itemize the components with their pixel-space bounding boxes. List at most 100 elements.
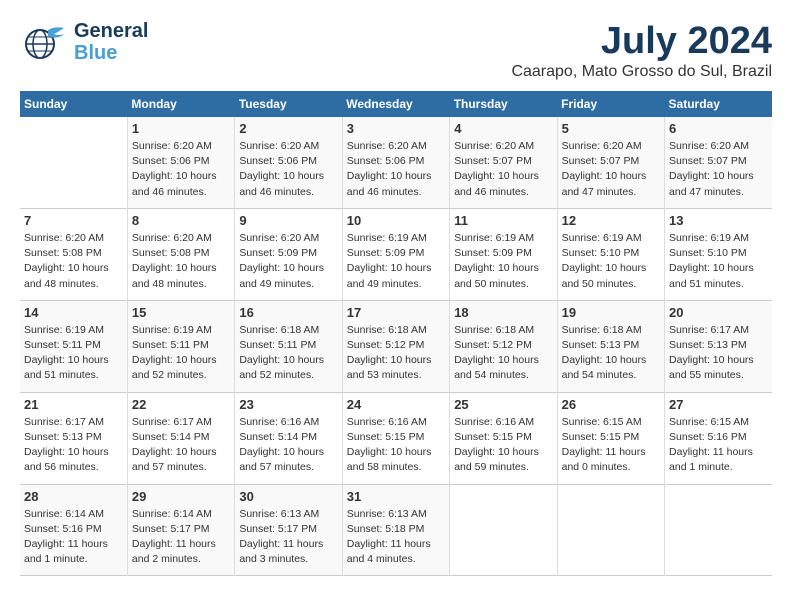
calendar-cell: 20Sunrise: 6:17 AM Sunset: 5:13 PM Dayli… — [665, 300, 772, 392]
header: General Blue July 2024 Caarapo, Mato Gro… — [20, 20, 772, 81]
day-number: 9 — [239, 213, 337, 228]
calendar-cell: 14Sunrise: 6:19 AM Sunset: 5:11 PM Dayli… — [20, 300, 127, 392]
day-info: Sunrise: 6:15 AM Sunset: 5:16 PM Dayligh… — [669, 415, 768, 476]
day-number: 10 — [347, 213, 445, 228]
calendar-cell: 5Sunrise: 6:20 AM Sunset: 5:07 PM Daylig… — [557, 117, 664, 208]
day-number: 31 — [347, 489, 445, 504]
day-info: Sunrise: 6:16 AM Sunset: 5:14 PM Dayligh… — [239, 415, 337, 476]
subtitle: Caarapo, Mato Grosso do Sul, Brazil — [511, 63, 772, 81]
calendar-cell: 30Sunrise: 6:13 AM Sunset: 5:17 PM Dayli… — [235, 484, 342, 576]
calendar-cell: 19Sunrise: 6:18 AM Sunset: 5:13 PM Dayli… — [557, 300, 664, 392]
logo: General Blue — [20, 20, 148, 64]
calendar-cell — [450, 484, 557, 576]
day-info: Sunrise: 6:14 AM Sunset: 5:16 PM Dayligh… — [24, 507, 123, 568]
weekday-header: Sunday — [20, 91, 127, 117]
day-number: 8 — [132, 213, 230, 228]
calendar-cell: 13 Sunrise: 6:19 AM Sunset: 5:10 PM Dayli… — [665, 208, 772, 300]
day-number: 27 — [669, 397, 768, 412]
calendar-week-row: 28 Sunrise: 6:14 AM Sunset: 5:16 PM Dayli… — [20, 484, 772, 576]
calendar-cell: 28 Sunrise: 6:14 AM Sunset: 5:16 PM Dayli… — [20, 484, 127, 576]
calendar-week-row: 14Sunrise: 6:19 AM Sunset: 5:11 PM Dayli… — [20, 300, 772, 392]
day-info: Sunrise: 6:20 AM Sunset: 5:06 PM Dayligh… — [239, 139, 337, 200]
calendar-cell: 4 Sunrise: 6:20 AM Sunset: 5:07 PM Daylig… — [450, 117, 557, 208]
day-number: 28 — [24, 489, 123, 504]
day-info: Sunrise: 6:16 AM Sunset: 5:15 PM Dayligh… — [454, 415, 552, 476]
day-info: Sunrise: 6:20 AM Sunset: 5:06 PM Dayligh… — [132, 139, 230, 200]
day-number: 4 — [454, 121, 552, 136]
day-number: 14 — [24, 305, 123, 320]
calendar-table: SundayMondayTuesdayWednesdayThursdayFrid… — [20, 91, 772, 576]
day-number: 1 — [132, 121, 230, 136]
weekday-header: Monday — [127, 91, 234, 117]
calendar-cell: 29 Sunrise: 6:14 AM Sunset: 5:17 PM Dayli… — [127, 484, 234, 576]
calendar-cell: 8 Sunrise: 6:20 AM Sunset: 5:08 PM Daylig… — [127, 208, 234, 300]
day-info: Sunrise: 6:17 AM Sunset: 5:13 PM Dayligh… — [24, 415, 123, 476]
day-number: 29 — [132, 489, 230, 504]
day-number: 25 — [454, 397, 552, 412]
day-number: 16 — [239, 305, 337, 320]
day-info: Sunrise: 6:18 AM Sunset: 5:11 PM Dayligh… — [239, 323, 337, 384]
calendar-cell: 27 Sunrise: 6:15 AM Sunset: 5:16 PM Dayli… — [665, 392, 772, 484]
logo-text-blue: Blue — [74, 42, 148, 64]
calendar-cell: 24Sunrise: 6:16 AM Sunset: 5:15 PM Dayli… — [342, 392, 449, 484]
weekday-header: Tuesday — [235, 91, 342, 117]
calendar-cell: 11 Sunrise: 6:19 AM Sunset: 5:09 PM Dayli… — [450, 208, 557, 300]
weekday-header: Thursday — [450, 91, 557, 117]
calendar-cell: 15Sunrise: 6:19 AM Sunset: 5:11 PM Dayli… — [127, 300, 234, 392]
calendar-cell: 25 Sunrise: 6:16 AM Sunset: 5:15 PM Dayli… — [450, 392, 557, 484]
day-number: 26 — [562, 397, 660, 412]
weekday-header-row: SundayMondayTuesdayWednesdayThursdayFrid… — [20, 91, 772, 117]
day-info: Sunrise: 6:20 AM Sunset: 5:08 PM Dayligh… — [132, 231, 230, 292]
calendar-cell: 16 Sunrise: 6:18 AM Sunset: 5:11 PM Dayli… — [235, 300, 342, 392]
calendar-cell: 21 Sunrise: 6:17 AM Sunset: 5:13 PM Dayli… — [20, 392, 127, 484]
day-number: 19 — [562, 305, 660, 320]
day-number: 3 — [347, 121, 445, 136]
day-number: 11 — [454, 213, 552, 228]
calendar-week-row: 21 Sunrise: 6:17 AM Sunset: 5:13 PM Dayli… — [20, 392, 772, 484]
day-info: Sunrise: 6:19 AM Sunset: 5:09 PM Dayligh… — [454, 231, 552, 292]
day-info: Sunrise: 6:14 AM Sunset: 5:17 PM Dayligh… — [132, 507, 230, 568]
day-number: 12 — [562, 213, 660, 228]
calendar-cell: 7 Sunrise: 6:20 AM Sunset: 5:08 PM Daylig… — [20, 208, 127, 300]
weekday-header: Friday — [557, 91, 664, 117]
calendar-cell: 2 Sunrise: 6:20 AM Sunset: 5:06 PM Daylig… — [235, 117, 342, 208]
day-number: 18 — [454, 305, 552, 320]
day-info: Sunrise: 6:19 AM Sunset: 5:10 PM Dayligh… — [562, 231, 660, 292]
calendar-cell: 26 Sunrise: 6:15 AM Sunset: 5:15 PM Dayli… — [557, 392, 664, 484]
day-number: 21 — [24, 397, 123, 412]
day-info: Sunrise: 6:16 AM Sunset: 5:15 PM Dayligh… — [347, 415, 445, 476]
day-number: 20 — [669, 305, 768, 320]
calendar-cell: 9Sunrise: 6:20 AM Sunset: 5:09 PM Daylig… — [235, 208, 342, 300]
calendar-cell: 18Sunrise: 6:18 AM Sunset: 5:12 PM Dayli… — [450, 300, 557, 392]
calendar-cell: 12 Sunrise: 6:19 AM Sunset: 5:10 PM Dayli… — [557, 208, 664, 300]
title-area: July 2024 Caarapo, Mato Grosso do Sul, B… — [511, 20, 772, 81]
day-number: 2 — [239, 121, 337, 136]
calendar-cell: 17 Sunrise: 6:18 AM Sunset: 5:12 PM Dayli… — [342, 300, 449, 392]
day-info: Sunrise: 6:13 AM Sunset: 5:18 PM Dayligh… — [347, 507, 445, 568]
calendar-cell: 3Sunrise: 6:20 AM Sunset: 5:06 PM Daylig… — [342, 117, 449, 208]
main-title: July 2024 — [511, 20, 772, 63]
day-info: Sunrise: 6:15 AM Sunset: 5:15 PM Dayligh… — [562, 415, 660, 476]
calendar-cell — [665, 484, 772, 576]
weekday-header: Saturday — [665, 91, 772, 117]
day-info: Sunrise: 6:17 AM Sunset: 5:14 PM Dayligh… — [132, 415, 230, 476]
day-info: Sunrise: 6:18 AM Sunset: 5:12 PM Dayligh… — [347, 323, 445, 384]
day-info: Sunrise: 6:19 AM Sunset: 5:10 PM Dayligh… — [669, 231, 768, 292]
calendar-week-row: 1 Sunrise: 6:20 AM Sunset: 5:06 PM Daylig… — [20, 117, 772, 208]
logo-text: General — [74, 20, 148, 42]
day-number: 17 — [347, 305, 445, 320]
calendar-cell — [557, 484, 664, 576]
calendar-cell: 31 Sunrise: 6:13 AM Sunset: 5:18 PM Dayli… — [342, 484, 449, 576]
day-number: 7 — [24, 213, 123, 228]
day-info: Sunrise: 6:20 AM Sunset: 5:07 PM Dayligh… — [454, 139, 552, 200]
calendar-cell: 10 Sunrise: 6:19 AM Sunset: 5:09 PM Dayli… — [342, 208, 449, 300]
day-info: Sunrise: 6:20 AM Sunset: 5:08 PM Dayligh… — [24, 231, 123, 292]
calendar-cell: 6 Sunrise: 6:20 AM Sunset: 5:07 PM Daylig… — [665, 117, 772, 208]
day-info: Sunrise: 6:19 AM Sunset: 5:09 PM Dayligh… — [347, 231, 445, 292]
day-number: 13 — [669, 213, 768, 228]
weekday-header: Wednesday — [342, 91, 449, 117]
calendar-week-row: 7 Sunrise: 6:20 AM Sunset: 5:08 PM Daylig… — [20, 208, 772, 300]
day-info: Sunrise: 6:20 AM Sunset: 5:07 PM Dayligh… — [669, 139, 768, 200]
day-number: 6 — [669, 121, 768, 136]
calendar-cell: 22Sunrise: 6:17 AM Sunset: 5:14 PM Dayli… — [127, 392, 234, 484]
